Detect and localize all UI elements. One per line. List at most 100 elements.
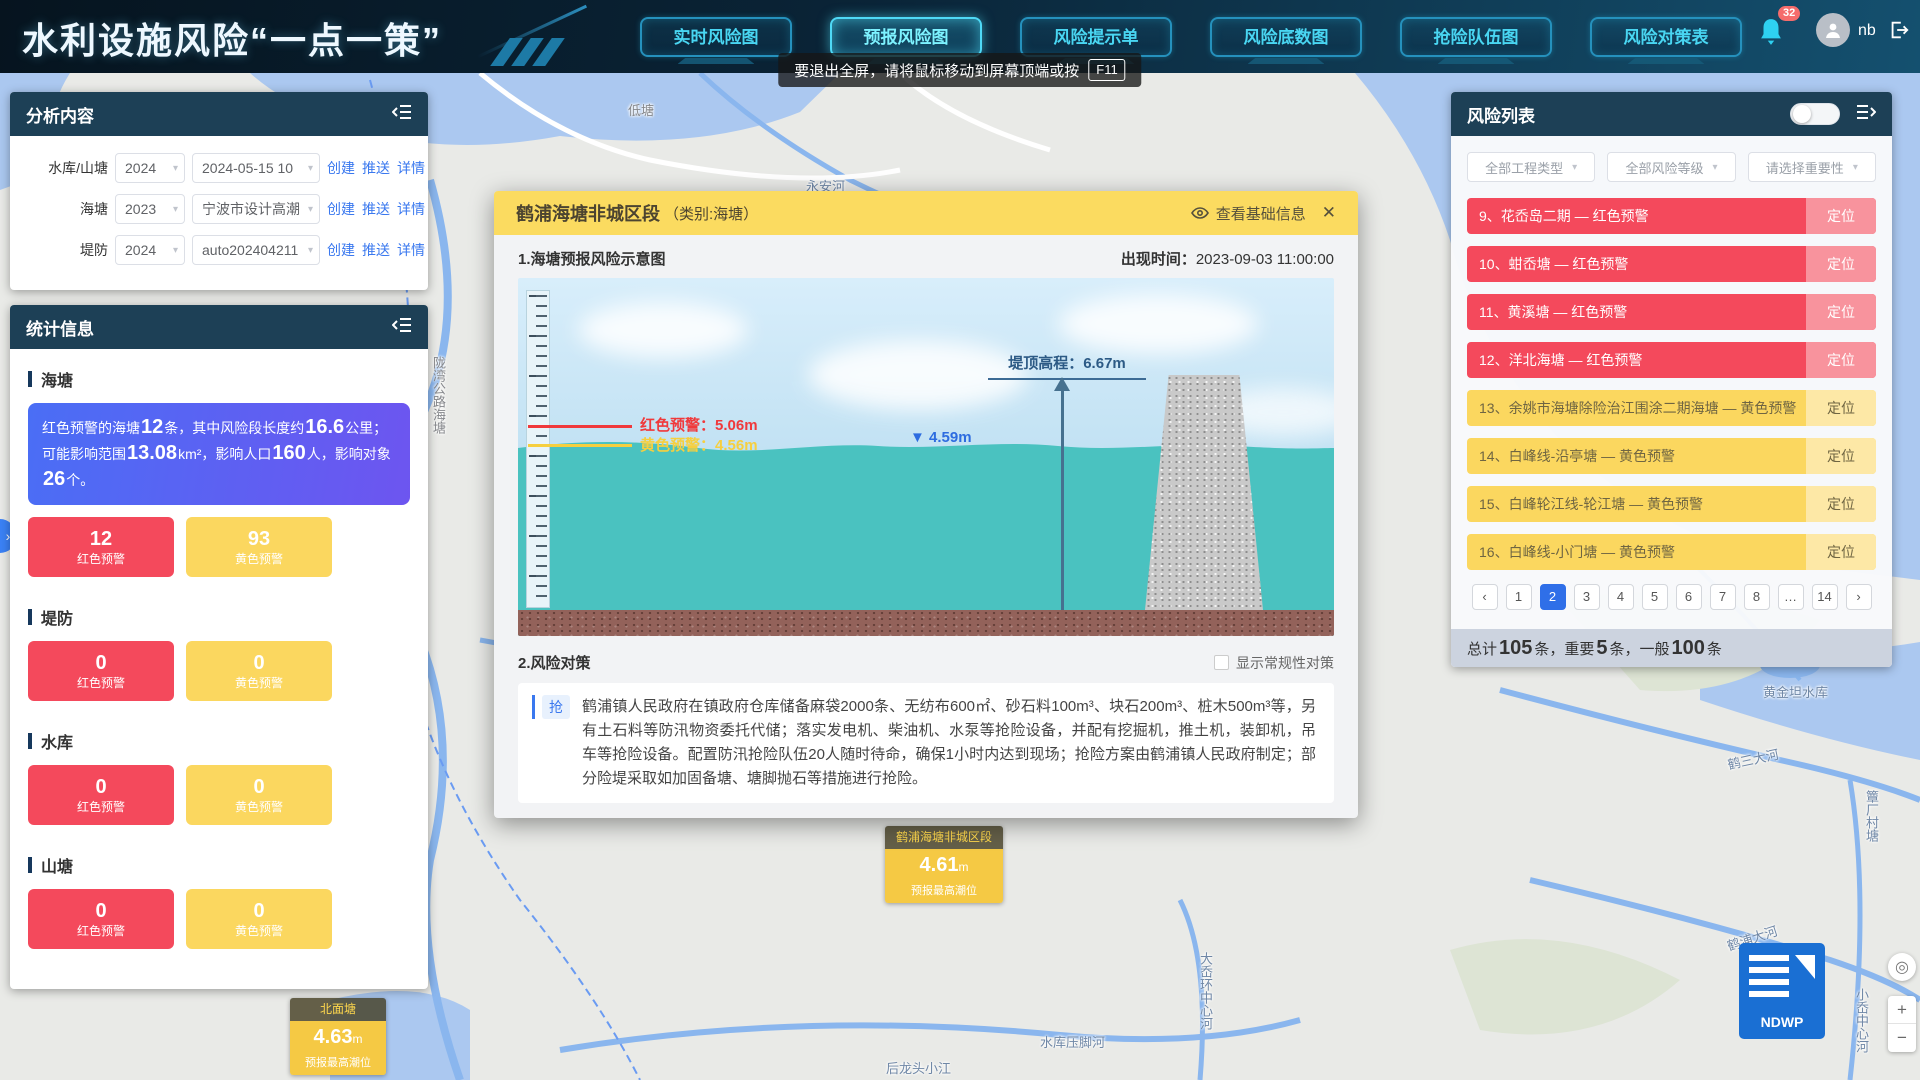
nav-forecast-risk-map[interactable]: 预报风险图 — [830, 17, 982, 57]
red-warning-card[interactable]: 0红色预警 — [28, 765, 174, 825]
statistics-panel-body: 海塘 红色预警的海塘12条，其中风险段长度约16.6公里；可能影响范围13.08… — [10, 349, 428, 965]
yellow-warning-card[interactable]: 0黄色预警 — [186, 765, 332, 825]
risk-item[interactable]: 9、花岙岛二期 — 红色预警定位 — [1467, 198, 1876, 234]
map-label: 黄金坦水库 — [1763, 682, 1828, 701]
push-link[interactable]: 推送 — [362, 199, 390, 219]
risk-list-toggle[interactable] — [1790, 103, 1840, 125]
scheme-select[interactable]: 宁波市设计高潮▾ — [192, 194, 320, 224]
analysis-panel-header: 分析内容 — [10, 92, 428, 136]
page-button[interactable]: 5 — [1642, 584, 1668, 610]
ruler-minor-ticks — [536, 295, 547, 603]
importance-select[interactable]: 请选择重要性▾ — [1748, 152, 1876, 182]
page-button[interactable]: 4 — [1608, 584, 1634, 610]
page-button[interactable]: 3 — [1574, 584, 1600, 610]
risk-item[interactable]: 16、白峰线-小门塘 — 黄色预警定位 — [1467, 534, 1876, 570]
risk-item[interactable]: 11、黄溪塘 — 红色预警定位 — [1467, 294, 1876, 330]
locate-button[interactable]: 定位 — [1806, 198, 1876, 234]
nav-risk-countermeasure-table[interactable]: 风险对策表 — [1590, 17, 1742, 57]
create-link[interactable]: 创建 — [327, 240, 355, 260]
analysis-row-seawall: 海塘 2023▾ 宁波市设计高潮▾ 创建 推送 详情 — [24, 194, 414, 224]
page-ellipsis[interactable]: … — [1778, 584, 1804, 610]
yellow-warning-card[interactable]: 0黄色预警 — [186, 641, 332, 701]
project-type-select[interactable]: 全部工程类型▾ — [1467, 152, 1595, 182]
zoom-in-button[interactable]: + — [1888, 996, 1916, 1024]
scheme-select[interactable]: auto202404211▾ — [192, 235, 320, 265]
locate-button[interactable]: 定位 — [1806, 486, 1876, 522]
logout-icon[interactable] — [1888, 19, 1910, 46]
popup-caption: 预报最高潮位 — [290, 1055, 386, 1075]
year-select[interactable]: 2024▾ — [115, 153, 185, 183]
risk-list-footer: 总计105条，重要5条，一般100条 — [1451, 629, 1892, 667]
risk-item[interactable]: 12、洋北海塘 — 红色预警定位 — [1467, 342, 1876, 378]
view-basic-info-button[interactable]: 查看基础信息 — [1191, 203, 1306, 224]
page-button[interactable]: 14 — [1812, 584, 1838, 610]
collapse-right-icon[interactable] — [1856, 104, 1876, 125]
red-warning-card[interactable]: 0红色预警 — [28, 889, 174, 949]
yellow-warning-card[interactable]: 0黄色预警 — [186, 889, 332, 949]
red-warning-card[interactable]: 0红色预警 — [28, 641, 174, 701]
page-button-active[interactable]: 2 — [1540, 584, 1566, 610]
create-link[interactable]: 创建 — [327, 199, 355, 219]
next-page-button[interactable]: › — [1846, 584, 1872, 610]
pond-cards: 0红色预警 0黄色预警 — [28, 889, 410, 949]
risk-item[interactable]: 10、蚶岙塘 — 红色预警定位 — [1467, 246, 1876, 282]
avatar[interactable] — [1816, 13, 1850, 47]
detail-link[interactable]: 详情 — [397, 158, 425, 178]
collapse-icon[interactable] — [392, 104, 412, 125]
analysis-row-dike: 堤防 2024▾ auto202404211▾ 创建 推送 详情 — [24, 235, 414, 265]
show-routine-checkbox[interactable]: 显示常规性对策 — [1214, 653, 1334, 673]
nav-realtime-risk-map[interactable]: 实时风险图 — [640, 17, 792, 57]
section-bar — [28, 733, 32, 749]
risk-item[interactable]: 14、白峰线-沿亭塘 — 黄色预警定位 — [1467, 438, 1876, 474]
locate-button[interactable]: 定位 — [1806, 438, 1876, 474]
yellow-warning-card[interactable]: 93黄色预警 — [186, 517, 332, 577]
app-title: 水利设施风险“一点一策” — [22, 12, 442, 64]
map-label: 大岙环中心河 — [1196, 952, 1215, 1030]
nav-rescue-team-map[interactable]: 抢险队伍图 — [1400, 17, 1552, 57]
red-label: 红色预警 — [77, 924, 125, 939]
checkbox-icon[interactable] — [1214, 655, 1229, 670]
risk-item[interactable]: 15、白峰轮江线-轮江塘 — 黄色预警定位 — [1467, 486, 1876, 522]
prev-page-button[interactable]: ‹ — [1472, 584, 1498, 610]
detail-link[interactable]: 详情 — [397, 199, 425, 219]
summary-text: 人，影响对象 — [307, 446, 391, 462]
push-link[interactable]: 推送 — [362, 240, 390, 260]
footer-general: 100 — [1672, 637, 1705, 660]
locate-button[interactable]: 定位 — [1806, 294, 1876, 330]
yellow-label: 黄色预警 — [235, 552, 283, 567]
nav-risk-base-map[interactable]: 风险底数图 — [1210, 17, 1362, 57]
year-select[interactable]: 2024▾ — [115, 235, 185, 265]
risk-item[interactable]: 13、余姚市海塘除险治江围涂二期海塘 — 黄色预警定位 — [1467, 390, 1876, 426]
map-layers-button[interactable]: ◎ — [1888, 953, 1916, 981]
close-icon[interactable]: ✕ — [1322, 203, 1336, 223]
year-select[interactable]: 2023▾ — [115, 194, 185, 224]
notification-bell-icon[interactable] — [1758, 17, 1784, 52]
page-button[interactable]: 8 — [1744, 584, 1770, 610]
locate-button[interactable]: 定位 — [1806, 342, 1876, 378]
page-button[interactable]: 6 — [1676, 584, 1702, 610]
page-button[interactable]: 7 — [1710, 584, 1736, 610]
page-button[interactable]: 1 — [1506, 584, 1532, 610]
nav-risk-notice-list[interactable]: 风险提示单 — [1020, 17, 1172, 57]
red-label: 红色预警 — [77, 800, 125, 815]
collapse-icon[interactable] — [392, 317, 412, 338]
zoom-out-button[interactable]: − — [1888, 1024, 1916, 1052]
risk-item-text: 13、余姚市海塘除险治江围涂二期海塘 — 黄色预警 — [1467, 390, 1806, 426]
locate-button[interactable]: 定位 — [1806, 390, 1876, 426]
create-link[interactable]: 创建 — [327, 158, 355, 178]
detail-link[interactable]: 详情 — [397, 240, 425, 260]
row-label: 水库/山塘 — [24, 158, 108, 178]
map-popup-hepu[interactable]: 鹤浦海塘非城区段 4.61m 预报最高潮位 — [885, 826, 1003, 903]
pagination: ‹ 1 2 3 4 5 6 7 8 … 14 › — [1451, 584, 1892, 610]
map-popup-beimiantang[interactable]: 北面塘 4.63m 预报最高潮位 — [290, 998, 386, 1075]
risk-level-select[interactable]: 全部风险等级▾ — [1607, 152, 1735, 182]
occurrence-time: 出现时间：2023-09-03 11:00:00 — [1121, 248, 1334, 269]
red-warning-card[interactable]: 12红色预警 — [28, 517, 174, 577]
scheme-select[interactable]: 2024-05-15 10▾ — [192, 153, 320, 183]
push-link[interactable]: 推送 — [362, 158, 390, 178]
locate-button[interactable]: 定位 — [1806, 534, 1876, 570]
popup-title: 北面塘 — [290, 998, 386, 1021]
locate-button[interactable]: 定位 — [1806, 246, 1876, 282]
yellow-count: 93 — [248, 527, 270, 552]
map-zoom-control[interactable]: + − — [1888, 996, 1916, 1052]
